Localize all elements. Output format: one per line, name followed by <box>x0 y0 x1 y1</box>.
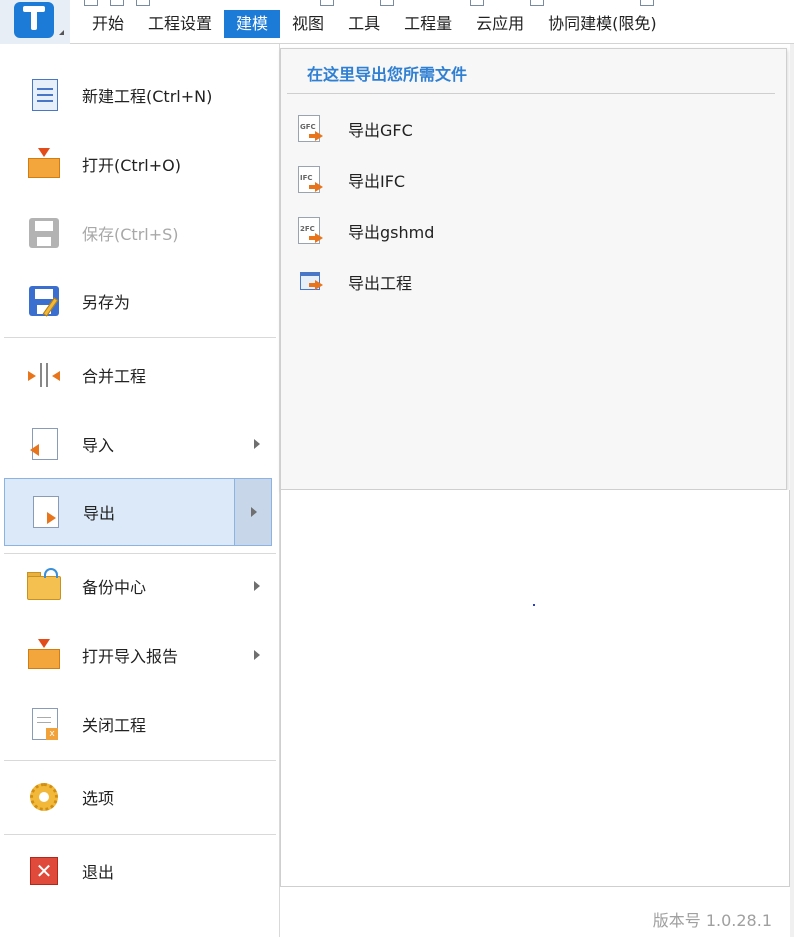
tab-collaborative-modeling[interactable]: 协同建模(限免) <box>536 10 669 38</box>
submenu-separator <box>287 93 775 94</box>
submenu-item-export-gfc[interactable]: GFC 导出GFC <box>287 106 781 152</box>
submenu-arrow-icon <box>254 439 260 449</box>
export-gfc-icon: GFC <box>297 113 327 145</box>
menu-item-label: 导出 <box>83 504 116 523</box>
menu-item-exit[interactable]: ✕ 退出 <box>4 838 272 904</box>
window-edge <box>790 44 794 937</box>
qat-icon[interactable] <box>640 0 654 6</box>
qat-icon[interactable] <box>136 0 150 6</box>
submenu-item-label: 导出IFC <box>348 172 406 191</box>
menu-separator <box>4 760 276 761</box>
menu-separator <box>4 834 276 835</box>
menu-item-label: 合并工程 <box>82 367 147 386</box>
menu-item-label: 打开(Ctrl+O) <box>82 156 181 175</box>
tab-project-settings[interactable]: 工程设置 <box>136 10 224 38</box>
open-report-icon <box>26 637 62 673</box>
submenu-arrow-icon <box>254 581 260 591</box>
menu-item-open[interactable]: 打开(Ctrl+O) <box>4 131 272 197</box>
export-ifc-icon: IFC <box>297 164 327 196</box>
menu-item-label: 导入 <box>82 436 115 455</box>
menu-item-close-project[interactable]: x 关闭工程 <box>4 691 272 757</box>
export-icon <box>27 494 63 530</box>
tab-start[interactable]: 开始 <box>80 10 136 38</box>
quick-access-toolbar <box>80 0 760 8</box>
menu-item-label: 新建工程(Ctrl+N) <box>82 87 213 106</box>
tab-tools[interactable]: 工具 <box>336 10 392 38</box>
tab-view[interactable]: 视图 <box>280 10 336 38</box>
menu-item-backup-center[interactable]: 备份中心 <box>4 553 272 619</box>
menu-item-export[interactable]: 导出 <box>4 478 272 546</box>
version-label: 版本号 1.0.28.1 <box>652 911 772 930</box>
backup-folder-icon <box>26 568 62 604</box>
menu-item-label: 退出 <box>82 863 115 882</box>
submenu-item-export-gshmd[interactable]: 2FC 导出gshmd <box>287 208 781 254</box>
save-as-icon <box>26 283 62 319</box>
tab-quantities[interactable]: 工程量 <box>392 10 464 38</box>
submenu-item-label: 导出gshmd <box>348 223 435 242</box>
new-document-icon <box>26 77 62 113</box>
menu-item-label: 关闭工程 <box>82 716 147 735</box>
app-logo-icon <box>14 2 54 38</box>
qat-icon[interactable] <box>380 0 394 6</box>
submenu-arrow-icon <box>251 507 257 517</box>
qat-icon[interactable] <box>470 0 484 6</box>
submenu-item-label: 导出工程 <box>348 274 413 293</box>
qat-icon[interactable] <box>320 0 334 6</box>
menu-item-merge-project[interactable]: 合并工程 <box>4 342 272 408</box>
merge-icon <box>26 357 62 393</box>
submenu-item-label: 导出GFC <box>348 121 413 140</box>
exit-icon: ✕ <box>26 853 62 889</box>
menu-item-label: 保存(Ctrl+S) <box>82 225 179 244</box>
qat-icon[interactable] <box>84 0 98 6</box>
menu-item-import[interactable]: 导入 <box>4 411 272 477</box>
main-content-area <box>280 490 790 887</box>
menu-item-save-as[interactable]: 另存为 <box>4 268 272 334</box>
submenu-item-export-ifc[interactable]: IFC 导出IFC <box>287 157 781 203</box>
close-project-icon: x <box>26 706 62 742</box>
open-icon <box>26 146 62 182</box>
qat-icon[interactable] <box>110 0 124 6</box>
qat-icon[interactable] <box>530 0 544 6</box>
export-project-icon <box>297 266 327 298</box>
file-menu: 新建工程(Ctrl+N) 打开(Ctrl+O) 保存(Ctrl+S) 另存为 合… <box>0 44 280 937</box>
menu-item-label: 打开导入报告 <box>82 647 179 666</box>
ribbon: 开始 工程设置 建模 视图 工具 工程量 云应用 协同建模(限免) <box>0 0 794 44</box>
import-icon <box>26 426 62 462</box>
app-menu-button[interactable] <box>0 0 70 44</box>
submenu-item-export-project[interactable]: 导出工程 <box>287 259 781 305</box>
submenu-arrow-icon <box>254 650 260 660</box>
menu-item-new-project[interactable]: 新建工程(Ctrl+N) <box>4 62 272 128</box>
export-gshmd-icon: 2FC <box>297 215 327 247</box>
ribbon-tabs: 开始 工程设置 建模 视图 工具 工程量 云应用 协同建模(限免) <box>80 10 669 38</box>
export-submenu: 在这里导出您所需文件 GFC 导出GFC IFC 导出IFC 2FC 导出gsh… <box>280 48 787 490</box>
app-menu-caret-icon <box>59 30 64 35</box>
submenu-title: 在这里导出您所需文件 <box>307 65 468 84</box>
menu-item-label: 选项 <box>82 789 115 808</box>
menu-item-label: 另存为 <box>82 293 131 312</box>
tab-modeling[interactable]: 建模 <box>224 10 281 38</box>
menu-item-label: 备份中心 <box>82 578 147 597</box>
menu-item-options[interactable]: 选项 <box>4 764 272 830</box>
menu-item-open-import-report[interactable]: 打开导入报告 <box>4 622 272 688</box>
tab-cloud[interactable]: 云应用 <box>464 10 536 38</box>
gear-icon <box>26 779 62 815</box>
menu-item-save[interactable]: 保存(Ctrl+S) <box>4 200 272 266</box>
menu-separator <box>4 337 276 338</box>
canvas-dot <box>533 604 535 606</box>
save-icon <box>26 215 62 251</box>
